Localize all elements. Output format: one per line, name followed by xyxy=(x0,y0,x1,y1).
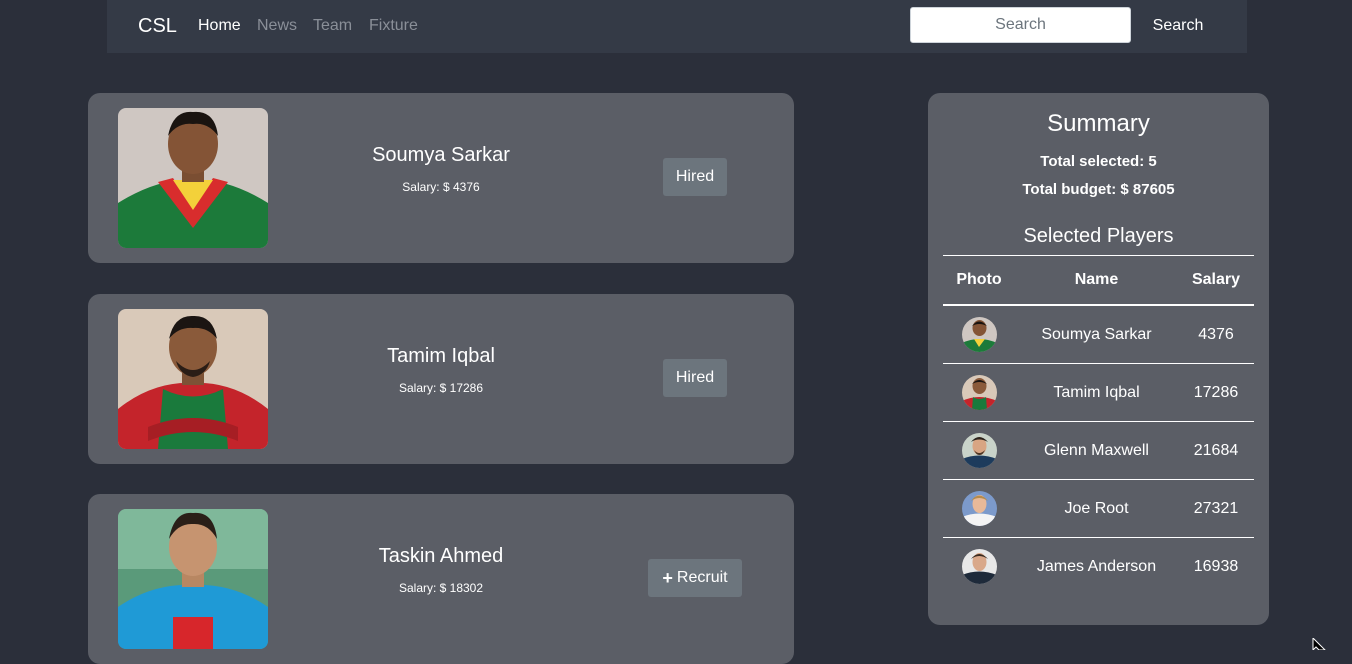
search-button[interactable]: Search xyxy=(1142,8,1214,44)
table-row: James Anderson 16938 xyxy=(943,538,1254,596)
button-label: Hired xyxy=(675,369,715,386)
navbar: CSL Home News Team Fixture Search xyxy=(107,0,1247,53)
row-salary: 27321 xyxy=(1178,479,1254,538)
player-photo xyxy=(118,509,268,649)
avatar xyxy=(961,375,997,410)
button-label: Recruit xyxy=(676,569,728,586)
nav-link-team[interactable]: Team xyxy=(313,17,352,35)
row-salary: 16938 xyxy=(1193,557,1239,575)
search-input[interactable] xyxy=(910,7,1131,43)
hired-button[interactable]: Hired xyxy=(663,158,727,196)
player-photo xyxy=(118,309,268,449)
selected-players-table: Photo Name Salary Soumya Sarkar 4376 Tam… xyxy=(943,255,1254,595)
table-row: Soumya Sarkar 4376 xyxy=(943,305,1254,364)
summary-title: Summary xyxy=(1047,110,1150,137)
player-photo xyxy=(118,108,268,248)
recruit-button[interactable]: + Recruit xyxy=(648,559,742,597)
row-salary: 21684 xyxy=(1178,421,1254,480)
player-name: Tamim Iqbal xyxy=(387,345,495,367)
summary-panel: Summary Total selected: 5 Total budget: … xyxy=(928,93,1269,625)
table-row: Joe Root 27321 xyxy=(943,479,1254,538)
player-card: Taskin Ahmed Salary: $ 18302 + Recruit xyxy=(88,494,794,664)
brand-logo[interactable]: CSL xyxy=(138,15,177,37)
row-name: James Anderson xyxy=(1036,557,1157,575)
row-name: Tamim Iqbal xyxy=(1015,363,1178,422)
avatar xyxy=(961,549,997,584)
player-salary: Salary: $ 18302 xyxy=(398,581,484,595)
avatar xyxy=(961,433,997,468)
table-row: Glenn Maxwell 21684 xyxy=(943,421,1254,480)
row-name: Soumya Sarkar xyxy=(1015,305,1178,364)
mouse-cursor-icon xyxy=(1312,638,1326,650)
total-budget: Total budget: $ 87605 xyxy=(1022,181,1175,198)
table-row: Tamim Iqbal 17286 xyxy=(943,363,1254,422)
row-salary: 4376 xyxy=(1178,305,1254,364)
player-name: Taskin Ahmed xyxy=(378,545,504,567)
nav-link-home[interactable]: Home xyxy=(198,17,241,35)
row-salary: 17286 xyxy=(1178,363,1254,422)
avatar xyxy=(961,491,997,526)
button-label: Hired xyxy=(675,168,715,185)
player-card: Soumya Sarkar Salary: $ 4376 Hired xyxy=(88,93,794,263)
column-header-salary: Salary xyxy=(1178,255,1254,306)
column-header-name: Name xyxy=(1015,255,1178,306)
selected-players-heading: Selected Players xyxy=(1023,225,1174,247)
player-name: Soumya Sarkar xyxy=(372,144,510,166)
player-salary: Salary: $ 4376 xyxy=(402,180,480,194)
row-name: Glenn Maxwell xyxy=(1015,421,1178,480)
row-name: Joe Root xyxy=(1015,479,1178,538)
nav-link-fixture[interactable]: Fixture xyxy=(369,17,418,35)
nav-link-news[interactable]: News xyxy=(257,17,297,35)
plus-icon: + xyxy=(662,568,673,588)
avatar xyxy=(961,317,997,352)
total-selected: Total selected: 5 xyxy=(1040,153,1157,170)
table-header-row: Photo Name Salary xyxy=(943,255,1254,306)
column-header-photo: Photo xyxy=(943,255,1015,306)
player-card: Tamim Iqbal Salary: $ 17286 Hired xyxy=(88,294,794,464)
player-salary: Salary: $ 17286 xyxy=(398,381,484,395)
hired-button[interactable]: Hired xyxy=(663,359,727,397)
